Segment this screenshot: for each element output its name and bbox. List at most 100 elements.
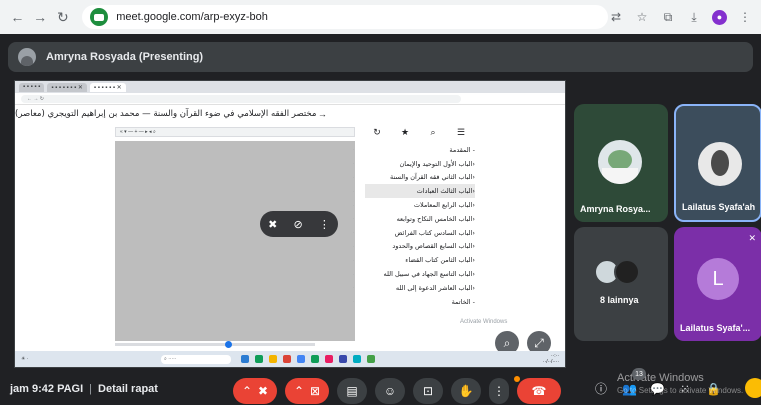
others-tile[interactable]: 8 lainnya — [574, 227, 668, 341]
participant-tile[interactable]: Amryna Rosya... — [574, 104, 668, 222]
unpin-icon[interactable]: ✖ — [268, 218, 277, 231]
toc-item: ‹الباب الرابع المعاملات — [413, 201, 475, 210]
participant-name: Lailatus Syafa'ah — [682, 202, 756, 212]
hand-icon: ✋ — [458, 384, 474, 398]
mute-presenter-icon[interactable]: ⊘ — [294, 218, 303, 231]
more-vert-icon: ⋮ — [493, 384, 505, 398]
book-title-row: → مختصر الفقه الإسلامي في ضوء القرآن وال… — [15, 105, 565, 123]
inner-tab: ▪ ▪ ▪ ▪ ▪ ▪ ✕ — [89, 82, 126, 92]
toc-item: ‹الباب الثالث العبادات — [365, 184, 475, 199]
shared-screen: ▪ ▪ ▪ ▪ ▪ ▪ ▪ ▪ ▪ ▪ ▪ ▪ ✕ ▪ ▪ ▪ ▪ ▪ ▪ ✕ … — [14, 80, 566, 368]
toc-item: ‹الباب الأول التوحيد والإيمان — [399, 159, 476, 168]
participant-tile-speaking[interactable]: Lailatus Syafa'ah — [674, 104, 761, 222]
reader-scrollbar — [115, 341, 315, 348]
toc-item: - المقدمة — [449, 145, 475, 154]
arrow-right-icon: → — [317, 109, 327, 119]
menu-dots-icon[interactable]: ⋮ — [737, 9, 753, 25]
toc-item: - الخاتمة — [451, 297, 475, 306]
screen-overlay-controls[interactable]: ✖ ⊘ ⋮ — [260, 211, 338, 237]
toc-item: ‹الباب العاشر الدعوة إلى الله — [395, 283, 475, 292]
letter-avatar: L — [697, 258, 739, 300]
url-text: meet.google.com/arp-exyz-boh — [116, 11, 268, 23]
separator: | — [89, 382, 93, 395]
list-icon: ☰ — [456, 126, 466, 137]
raise-hand-button[interactable]: ✋ — [451, 378, 481, 404]
toc-item: ‹الباب السابع القصاص والحدود — [392, 242, 475, 251]
profile-avatar[interactable]: ● — [712, 9, 727, 25]
toc-item: ‹الباب الثامن كتاب القضاء — [405, 256, 475, 265]
inner-address-bar: ← → ↻ — [15, 93, 565, 105]
self-avatar[interactable] — [745, 378, 761, 398]
inner-tab: ▪ ▪ ▪ ▪ ▪ — [19, 82, 45, 92]
reader-page — [115, 141, 355, 341]
participant-photo — [698, 142, 742, 186]
bookmark-star-icon[interactable]: ☆ — [634, 9, 650, 25]
chevron-up-icon[interactable]: ⌃ — [294, 384, 304, 398]
inner-tab-strip: ▪ ▪ ▪ ▪ ▪ ▪ ▪ ▪ ▪ ▪ ▪ ▪ ✕ ▪ ▪ ▪ ▪ ▪ ▪ ✕ — [15, 81, 565, 93]
activate-windows-subtitle: Go to Settings to activate Windows. — [617, 386, 744, 395]
toc-item: ‹الباب الخامس النكاح وتوابعه — [396, 214, 475, 223]
captions-button[interactable]: ▤ — [337, 378, 367, 404]
camera-off-icon: ⊠ — [310, 384, 321, 398]
mic-off-icon: ✖ — [258, 384, 269, 398]
address-bar[interactable]: meet.google.com/arp-exyz-boh — [82, 5, 608, 29]
mic-off-icon: ✕ — [748, 233, 756, 243]
participant-photo — [614, 259, 640, 285]
meet-site-icon — [90, 8, 109, 26]
chat-count-badge: 13 — [632, 368, 646, 380]
call-controls: ⌃ ✖ ⌃ ⊠ ▤ ☺ ⊡ ✋ ⋮ ☎ — [233, 378, 561, 404]
share-icon: ↻ — [373, 126, 381, 137]
meeting-details-link[interactable]: Detail rapat — [98, 383, 158, 395]
participant-name: Lailatus Syafa'... — [680, 323, 751, 333]
participant-tile[interactable]: ✕ L Lailatus Syafa'... — [674, 227, 761, 341]
participant-photo — [598, 140, 642, 184]
activate-windows-title: Activate Windows — [617, 372, 704, 384]
translate-icon[interactable]: ⇄ — [608, 9, 624, 25]
presenting-label: Amryna Rosyada (Presenting) — [46, 51, 204, 63]
more-options-button[interactable]: ⋮ — [489, 378, 509, 404]
presenter-avatar — [18, 48, 36, 66]
notification-dot — [514, 376, 520, 382]
meeting-info: jam 9:42 PAGI | Detail rapat — [10, 383, 158, 395]
taskbar-apps — [241, 355, 375, 363]
participant-name: Amryna Rosya... — [580, 204, 651, 214]
camera-toggle-button[interactable]: ⌃ ⊠ — [285, 378, 329, 404]
chevron-up-icon[interactable]: ⌃ — [242, 384, 252, 398]
info-icon[interactable]: ⓘ — [594, 380, 608, 397]
reader-controls: « ▾ — + — ▸ ◂ ⌕ — [115, 127, 355, 137]
download-icon[interactable]: ⤓ — [686, 9, 702, 25]
activate-windows-watermark: Activate Windows — [460, 319, 508, 325]
search-icon: ⌕ — [430, 126, 436, 137]
book-title: مختصر الفقه الإسلامي في ضوء القرآن والسن… — [15, 109, 317, 119]
captions-icon: ▤ — [346, 384, 358, 398]
browser-toolbar: ← → ↻ meet.google.com/arp-exyz-boh ⇄ ☆ ⧉… — [0, 0, 761, 34]
mic-toggle-button[interactable]: ⌃ ✖ — [233, 378, 277, 404]
hangup-icon: ☎ — [531, 384, 547, 398]
forward-icon[interactable]: → — [31, 7, 50, 27]
toc-item: ‹الباب التاسع الجهاد في سبيل الله — [383, 270, 475, 279]
windows-taskbar: ☀ · ⌕ ····· ··:·· ··/··/···· — [15, 351, 565, 367]
presenting-bar: Amryna Rosyada (Presenting) — [8, 42, 753, 72]
scroll-thumb — [225, 341, 232, 348]
more-icon[interactable]: ⋮ — [319, 218, 330, 231]
inner-tab: ▪ ▪ ▪ ▪ ▪ ▪ ▪ ✕ — [47, 82, 87, 92]
star-icon: ★ — [400, 126, 410, 137]
toc-item: ‹الباب السادس كتاب الفرائض — [394, 228, 475, 237]
leave-call-button[interactable]: ☎ — [517, 378, 561, 404]
emoji-icon: ☺ — [383, 384, 397, 398]
emoji-button[interactable]: ☺ — [375, 378, 405, 404]
present-button[interactable]: ⊡ — [413, 378, 443, 404]
meeting-time: jam 9:42 PAGI — [10, 382, 84, 395]
toc-page-numbers: · · · · · · · · · · · · — [353, 147, 355, 305]
present-icon: ⊡ — [422, 384, 434, 398]
reader-toolbar: « ▾ — + — ▸ ◂ ⌕ ↻ ★ ⌕ ☰ — [15, 123, 565, 141]
taskbar-clock: ··:·· ··/··/···· — [542, 353, 559, 365]
toc-item: ‹الباب الثاني فقه القرآن والسنة — [390, 173, 475, 182]
inner-url-field: ← → ↻ — [21, 94, 461, 103]
reload-icon[interactable]: ↻ — [53, 7, 72, 27]
back-icon[interactable]: ← — [8, 7, 27, 27]
weather-widget: ☀ · — [21, 356, 29, 362]
taskbar-search: ⌕ ····· — [161, 354, 231, 364]
extensions-icon[interactable]: ⧉ — [660, 9, 676, 25]
others-count: 8 lainnya — [600, 295, 639, 305]
